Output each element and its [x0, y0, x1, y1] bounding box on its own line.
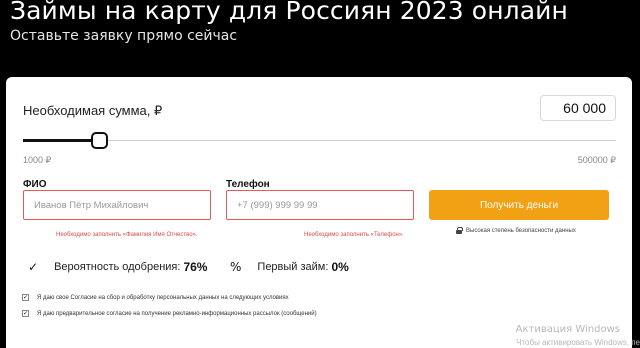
first-loan-label: Первый займ: — [257, 261, 329, 273]
phone-label: Телефон — [226, 179, 270, 190]
approval-stat: ✓ Вероятность одобрения: 76% — [28, 260, 207, 274]
consent-ads-checkbox[interactable]: ✓ — [22, 310, 29, 317]
consent-ads-text: Я даю предварительное согласие на получе… — [37, 310, 317, 317]
windows-activation-watermark: Активация Windows — [515, 324, 620, 335]
fio-input[interactable] — [23, 190, 211, 220]
security-note-text: Высокая степень безопасности данных — [466, 227, 576, 234]
fio-label: ФИО — [23, 179, 47, 190]
fio-error: Необходимо заполнить «Фамилия Имя Отчест… — [56, 232, 198, 238]
first-loan-stat: % Первый займ: 0% — [230, 260, 349, 274]
consent-personal-data: ✓ Я даю свое Согласие на сбор и обработк… — [22, 294, 289, 301]
page-title: Займы на карту для Россиян 2023 онлайн — [10, 0, 568, 25]
consent-personal-data-text: Я даю свое Согласие на сбор и обработку … — [37, 294, 289, 301]
page-subtitle: Оставьте заявку прямо сейчас — [10, 28, 238, 44]
loan-form-card: Необходимая сумма, ₽ 60 000 1000 ₽ 50000… — [6, 77, 632, 348]
get-money-button[interactable]: Получить деньги — [429, 190, 609, 220]
windows-activation-subtext: Чтобы активировать Windows, пе — [516, 338, 640, 347]
consent-ads: ✓ Я даю предварительное согласие на полу… — [22, 310, 317, 317]
slider-min-label: 1000 ₽ — [23, 155, 52, 165]
slider-max-label: 500000 ₽ — [577, 155, 616, 165]
amount-slider-fill — [23, 139, 101, 142]
approval-value: 76% — [183, 260, 208, 274]
amount-slider-track[interactable] — [23, 140, 616, 141]
first-loan-value: 0% — [331, 260, 349, 274]
consent-personal-data-checkbox[interactable]: ✓ — [22, 294, 29, 301]
percent-icon: % — [230, 260, 242, 274]
phone-error: Необходимо заполнить «Телефон». — [304, 232, 404, 238]
security-note: Высокая степень безопасности данных — [456, 227, 576, 234]
lock-icon — [456, 227, 463, 234]
phone-input[interactable] — [226, 190, 414, 220]
amount-label: Необходимая сумма, ₽ — [23, 103, 163, 118]
amount-slider-handle[interactable] — [91, 132, 108, 149]
approval-label: Вероятность одобрения: — [54, 261, 181, 273]
check-icon: ✓ — [28, 260, 39, 274]
amount-input[interactable]: 60 000 — [540, 95, 616, 121]
